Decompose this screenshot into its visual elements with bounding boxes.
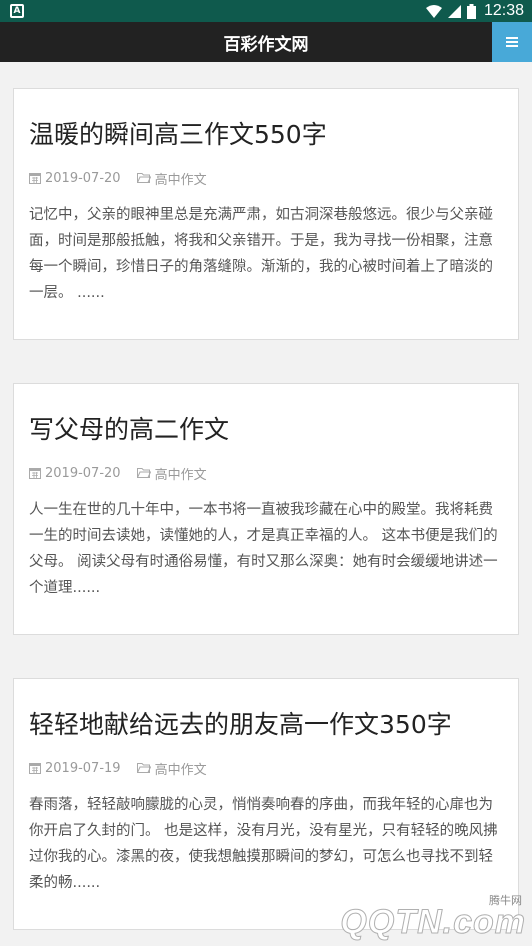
article-title[interactable]: 温暖的瞬间高三作文550字 [29,119,504,152]
article-category[interactable]: 高中作文 [136,759,207,778]
category-text[interactable]: 高中作文 [155,464,207,483]
status-left: A [10,4,24,18]
wifi-icon [425,4,442,18]
article-date: 2019-07-20 [29,466,121,481]
article-category[interactable]: 高中作文 [136,464,207,483]
signal-icon [447,4,461,18]
article-list: 温暖的瞬间高三作文550字 2019-07-20 高中作文 记忆中，父亲的眼神里… [0,62,532,930]
calendar-icon [29,762,45,774]
article-meta: 2019-07-20 高中作文 [29,169,504,188]
app-header: 百彩作文网 [0,22,532,62]
article-meta: 2019-07-20 高中作文 [29,464,504,483]
folder-icon [136,467,155,479]
site-title: 百彩作文网 [223,34,309,55]
date-text: 2019-07-19 [45,760,121,776]
menu-button[interactable] [492,22,532,62]
category-text[interactable]: 高中作文 [155,759,207,778]
watermark-logo: QQTN.com [340,903,526,942]
battery-icon [466,3,476,19]
calendar-icon [29,172,45,184]
watermark: 腾牛网 QQTN.com [326,892,526,942]
article-title[interactable]: 写父母的高二作文 [29,414,504,447]
article-date: 2019-07-20 [29,171,121,186]
article-excerpt: 人一生在世的几十年中，一本书将一直被我珍藏在心中的殿堂。我将耗费一生的时间去读她… [29,501,498,596]
folder-icon [136,762,155,774]
menu-icon [506,37,518,47]
calendar-icon [29,467,45,479]
status-right: 12:38 [425,2,524,20]
article-title[interactable]: 轻轻地献给远去的朋友高一作文350字 [29,709,504,742]
article-category[interactable]: 高中作文 [136,169,207,188]
article-date: 2019-07-19 [29,761,121,776]
article-excerpt: 记忆中，父亲的眼神里总是充满严肃，如古洞深巷般悠远。很少与父亲碰面，时间是那般抵… [29,206,493,301]
article-excerpt: 春雨落，轻轻敲响朦胧的心灵，悄悄奏响春的序曲，而我年轻的心扉也为你开启了久封的门… [29,796,498,891]
app-notification-icon: A [10,4,24,18]
article-meta: 2019-07-19 高中作文 [29,759,504,778]
article-card[interactable]: 温暖的瞬间高三作文550字 2019-07-20 高中作文 记忆中，父亲的眼神里… [13,88,519,340]
article-card[interactable]: 写父母的高二作文 2019-07-20 高中作文 人一生在世的几十年中，一本书将… [13,383,519,635]
status-time: 12:38 [483,2,524,19]
date-text: 2019-07-20 [45,465,121,481]
category-text[interactable]: 高中作文 [155,169,207,188]
date-text: 2019-07-20 [45,170,121,186]
status-bar: A 12:38 [0,0,532,22]
folder-icon [136,172,155,184]
